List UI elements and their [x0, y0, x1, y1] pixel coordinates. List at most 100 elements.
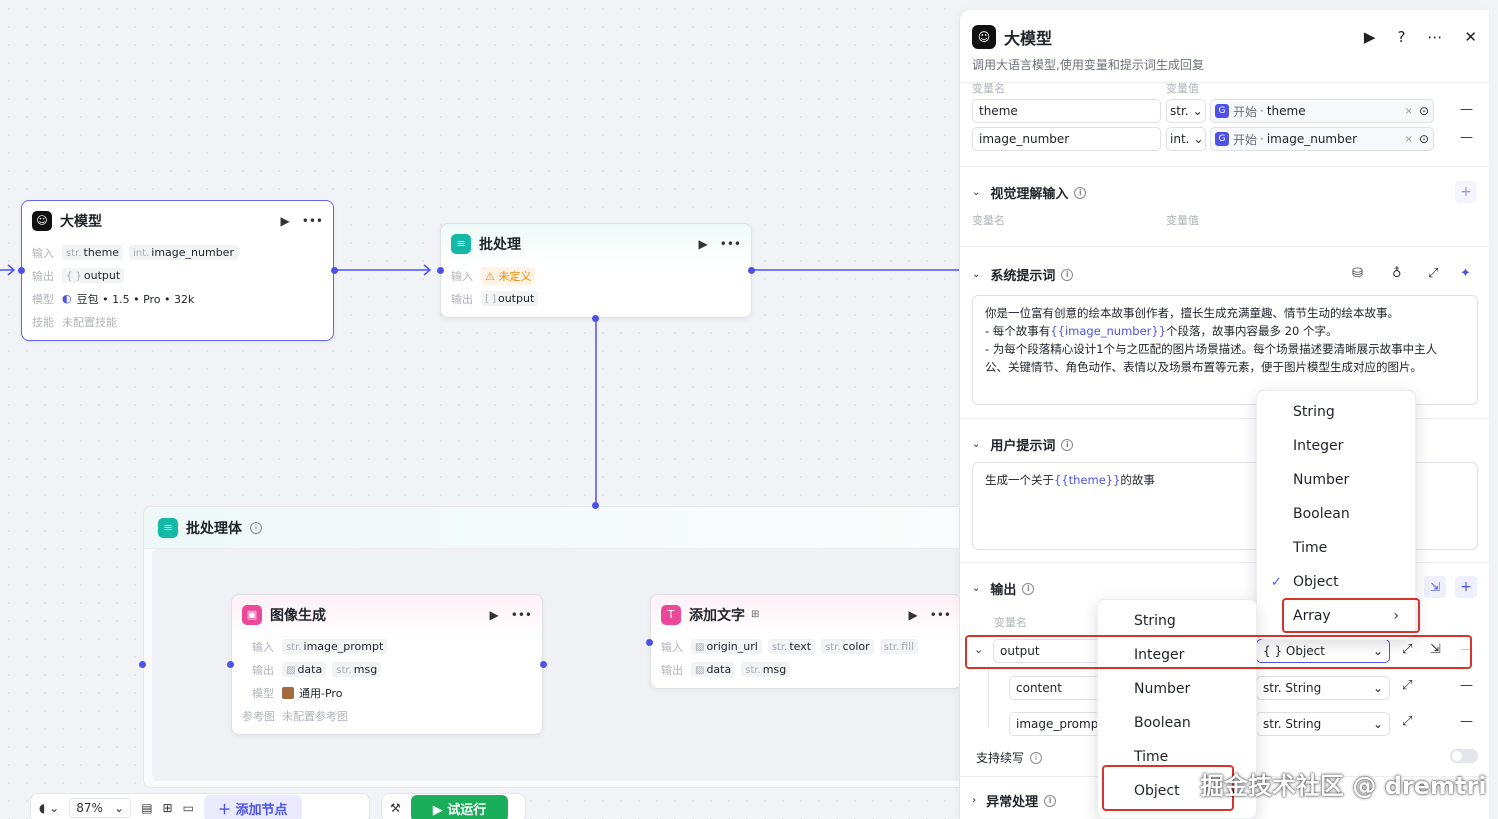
batch-node-in-port[interactable] [437, 267, 444, 274]
input-type-select[interactable]: str. ⌄ [1166, 99, 1206, 123]
chevron-down-icon[interactable]: ⌄ [974, 643, 983, 656]
type-option-string[interactable]: String [1257, 395, 1415, 429]
expand-icon[interactable]: ⤢ [1402, 642, 1412, 657]
user-prompt-header[interactable]: ⌄ 用户提示词 i [972, 435, 1074, 454]
type-option-integer[interactable]: Integer [1098, 638, 1256, 672]
debug-icon[interactable]: ⚒ [390, 801, 401, 815]
play-icon[interactable]: ▶ [281, 214, 290, 228]
vision-section-header[interactable]: ⌄ 视觉理解输入 i [972, 183, 1087, 202]
remove-icon[interactable]: — [1460, 642, 1473, 657]
batch-body-icon: ≡ [158, 517, 178, 538]
add-text-node[interactable]: T 添加文字 ⊞ ▶ ••• 输入 ▨ origin_url str. text s… [650, 594, 960, 689]
undefined-badge: ⚠ 未定义 [481, 266, 536, 285]
bulb-icon[interactable]: ♁ [1392, 266, 1402, 281]
type-option-object[interactable]: ✓ Object [1257, 565, 1415, 599]
type-option-boolean[interactable]: Boolean [1257, 497, 1415, 531]
batch-body-left-port[interactable] [139, 661, 146, 668]
info-icon[interactable]: i [250, 521, 262, 534]
mouse-icon[interactable]: ◖ ⌄ [39, 801, 59, 815]
type-option-number[interactable]: Number [1257, 463, 1415, 497]
add-child-icon[interactable]: ⇲ [1430, 642, 1441, 657]
type-option-time[interactable]: Time [1257, 531, 1415, 565]
input-name-field[interactable]: image_number [972, 127, 1161, 151]
more-icon[interactable]: ••• [720, 237, 741, 251]
chevron-right-icon: › [1393, 608, 1399, 624]
test-run-button[interactable]: ▶ 试运行 [410, 794, 509, 819]
batch-node-out-port[interactable] [748, 267, 755, 274]
node-outputs: 输出 [ ] output [441, 287, 751, 310]
type-option-boolean[interactable]: Boolean [1098, 706, 1256, 740]
start-node-icon: G [1215, 104, 1229, 118]
system-prompt-header[interactable]: ⌄ 系统提示词 i [972, 265, 1074, 284]
output-type-select[interactable]: str. String ⌄ [1256, 676, 1390, 700]
type-option-integer[interactable]: Integer [1257, 429, 1415, 463]
input-type-select[interactable]: int. ⌄ [1166, 127, 1206, 151]
remove-icon[interactable]: — [1460, 102, 1473, 117]
remove-icon[interactable]: — [1460, 130, 1473, 145]
continue-toggle[interactable] [1450, 749, 1478, 763]
batch-node[interactable]: ≡ 批处理 ▶ ••• 输入 ⚠ 未定义 输出 [ ] output [440, 223, 752, 318]
play-icon[interactable]: ▶ [699, 237, 708, 251]
remove-icon[interactable]: — [1460, 714, 1473, 729]
type-option-array[interactable]: Array › [1257, 599, 1415, 633]
batch-body-top-port[interactable] [592, 502, 599, 509]
node-inputs: 输入 str. theme int. image_number [22, 241, 333, 264]
image-node-out-port[interactable] [540, 661, 547, 668]
output-type-select[interactable]: str. String ⌄ [1256, 712, 1390, 736]
type-option-number[interactable]: Number [1098, 672, 1256, 706]
chevron-down-icon: ⌄ [972, 439, 981, 450]
more-icon[interactable]: ••• [930, 608, 951, 622]
exception-section-header[interactable]: › 异常处理 i [972, 791, 1057, 810]
start-node-icon: G [1215, 132, 1229, 146]
system-prompt-editor[interactable]: 你是一位富有创意的绘本故事创作者，擅长生成充满童趣、情节生动的绘本故事。 - 每… [972, 295, 1478, 405]
image-icon: ▣ [242, 604, 262, 625]
type-option-string[interactable]: String [1098, 604, 1256, 638]
info-icon: i [1061, 268, 1074, 281]
more-icon[interactable]: ⋯ [1427, 28, 1442, 46]
image-gen-node[interactable]: ▣ 图像生成 ▶ ••• 输入 str. image_prompt 输出 ▨ dat… [231, 594, 543, 735]
llm-node-in-port[interactable] [18, 267, 25, 274]
add-vision-button[interactable]: + [1455, 181, 1477, 203]
import-icon[interactable]: ⇲ [1424, 576, 1446, 598]
image-node-in-port[interactable] [227, 661, 234, 668]
expand-icon[interactable]: ⤢ [1428, 266, 1438, 281]
zoom-select[interactable]: 87% ⌄ [69, 798, 132, 818]
batch-node-body-port[interactable] [592, 315, 599, 322]
comment-icon[interactable]: ▤ [141, 801, 152, 815]
add-node-button[interactable]: ＋ 添加节点 [203, 794, 302, 819]
output-type-select[interactable]: { } Object ⌄ [1256, 639, 1390, 663]
remove-icon[interactable]: — [1460, 678, 1473, 693]
play-icon[interactable]: ▶ [909, 608, 918, 622]
clear-icon[interactable]: × [1405, 106, 1413, 117]
layout-icon[interactable]: ⊞ [163, 801, 173, 815]
help-icon[interactable]: ? [1397, 28, 1405, 46]
output-section-header[interactable]: ⌄ 输出 i [972, 579, 1035, 598]
batch-icon: ≡ [451, 233, 471, 254]
more-icon[interactable]: ••• [511, 608, 532, 622]
more-icon[interactable]: ••• [302, 214, 323, 228]
image-type-icon: ▨ [286, 665, 296, 676]
expand-icon[interactable]: ⤢ [1402, 678, 1412, 693]
play-icon[interactable]: ▶ [490, 608, 499, 622]
input-ref-field[interactable]: G 开始 · theme × ⊙ [1210, 99, 1434, 123]
target-icon[interactable]: ⊙ [1419, 132, 1429, 146]
library-icon[interactable]: ⛁ [1352, 266, 1363, 281]
target-icon[interactable]: ⊙ [1419, 104, 1429, 118]
workflow-canvas[interactable]: ☺ 大模型 ▶ ••• 输入 str. theme int. image_numbe… [0, 0, 960, 819]
clear-icon[interactable]: × [1405, 134, 1413, 145]
input-ref-field[interactable]: G 开始 · image_number × ⊙ [1210, 127, 1434, 151]
ai-sparkle-icon[interactable]: ✦ [1460, 266, 1471, 281]
play-icon[interactable]: ▶ [1364, 28, 1376, 46]
text-node-in-port[interactable] [646, 639, 653, 646]
info-icon: i [1022, 582, 1035, 595]
chevron-down-icon: ⌄ [972, 583, 981, 594]
close-icon[interactable]: ✕ [1464, 28, 1477, 46]
chevron-right-icon: › [972, 795, 977, 806]
minimap-icon[interactable]: ▭ [183, 801, 194, 815]
llm-node-out-port[interactable] [331, 267, 338, 274]
input-name-field[interactable]: theme [972, 99, 1161, 123]
info-icon: i [1030, 751, 1043, 764]
add-output-button[interactable]: + [1455, 576, 1477, 598]
expand-icon[interactable]: ⤢ [1402, 714, 1412, 729]
llm-node[interactable]: ☺ 大模型 ▶ ••• 输入 str. theme int. image_numbe… [21, 200, 334, 341]
